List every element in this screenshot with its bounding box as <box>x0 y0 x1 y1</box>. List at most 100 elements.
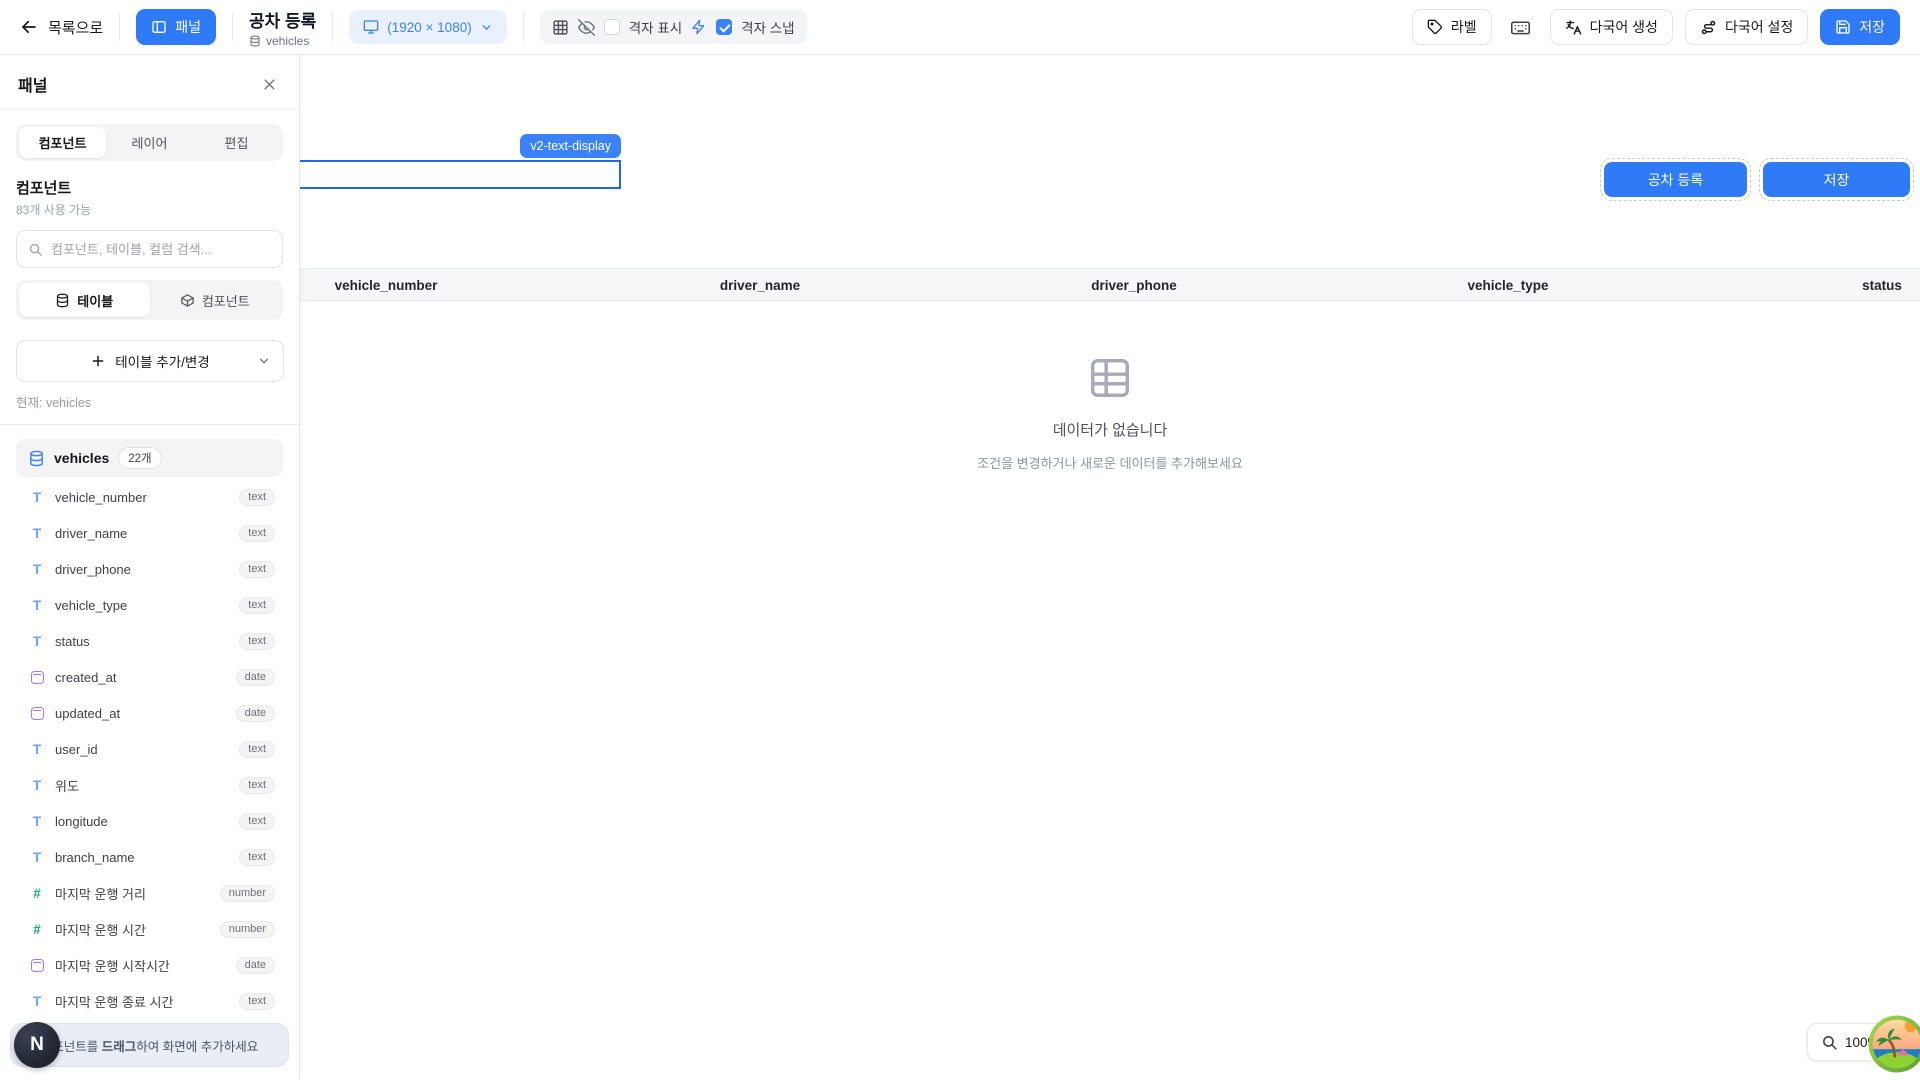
box-icon <box>180 293 195 308</box>
field-type-icon <box>29 777 45 793</box>
resolution-selector[interactable]: (1920 × 1080) <box>349 10 506 44</box>
app-logo[interactable]: N <box>14 1022 60 1068</box>
field-row[interactable]: 마지막 운행 종료 시간 text <box>16 983 283 1019</box>
top-toolbar: 목록으로 패널 공차 등록 vehicles (1920 × 1080) 격자 … <box>0 0 1920 55</box>
field-row[interactable]: longitude text <box>16 803 283 839</box>
field-name: vehicle_number <box>55 490 147 505</box>
column-header[interactable]: vehicle_number <box>335 269 438 302</box>
field-row[interactable]: 마지막 운행 시작시간 date <box>16 947 283 983</box>
column-header[interactable]: vehicle_type <box>1467 269 1548 302</box>
component-search[interactable] <box>16 230 283 268</box>
field-type-badge: text <box>239 561 275 578</box>
field-type-icon <box>29 597 45 613</box>
tab-layers[interactable]: 레이어 <box>106 127 193 158</box>
panel-tab-bar: 컴포넌트 레이어 편집 <box>16 124 283 161</box>
table-name: vehicles <box>54 450 109 466</box>
field-type-icon <box>29 993 45 1009</box>
canvas-register-button[interactable]: 공차 등록 <box>1604 162 1747 197</box>
tropical-island-icon[interactable] <box>1868 1015 1920 1073</box>
field-row[interactable]: branch_name text <box>16 839 283 875</box>
field-type-icon <box>29 633 45 649</box>
panel-button-label: 패널 <box>175 17 201 37</box>
field-name: 마지막 운행 시간 <box>55 920 146 939</box>
divider <box>0 424 299 425</box>
field-name: longitude <box>55 814 108 829</box>
tag-icon <box>1427 19 1443 35</box>
field-row[interactable]: updated_at date <box>16 695 283 731</box>
page-title-block: 공차 등록 vehicles <box>249 7 316 48</box>
field-name: status <box>55 634 90 649</box>
field-name: vehicle_type <box>55 598 127 613</box>
field-row[interactable]: 마지막 운행 거리 number <box>16 875 283 911</box>
divider <box>523 13 524 41</box>
field-type-icon <box>29 921 45 937</box>
add-table-button[interactable]: 테이블 추가/변경 <box>16 340 284 382</box>
field-type-icon <box>31 671 44 684</box>
column-header[interactable]: status <box>1862 269 1902 302</box>
grid-snap-checkbox[interactable] <box>716 19 732 35</box>
field-type-badge: text <box>239 741 275 758</box>
lightning-icon[interactable] <box>691 19 707 35</box>
field-row[interactable]: user_id text <box>16 731 283 767</box>
table-item-vehicles[interactable]: vehicles 22개 <box>16 439 283 477</box>
field-type-icon <box>29 561 45 577</box>
chevron-down-icon <box>480 21 493 34</box>
source-toggle: 테이블 컴포넌트 <box>16 280 283 320</box>
column-count-badge: 22개 <box>118 447 161 469</box>
field-row[interactable]: driver_phone text <box>16 551 283 587</box>
save-icon <box>1835 19 1851 35</box>
chevron-down-icon <box>257 354 271 368</box>
field-type-icon <box>29 849 45 865</box>
toggle-components[interactable]: 컴포넌트 <box>150 283 281 317</box>
field-row[interactable]: driver_name text <box>16 515 283 551</box>
grid-show-label: 격자 표시 <box>629 17 682 37</box>
toggle-tables-label: 테이블 <box>77 291 113 310</box>
field-row[interactable]: 마지막 운행 시간 number <box>16 911 283 947</box>
field-row[interactable]: 위도 text <box>16 767 283 803</box>
back-to-list-button[interactable]: 목록으로 <box>20 17 103 38</box>
field-name: 마지막 운행 거리 <box>55 884 146 903</box>
field-type-icon <box>29 885 45 901</box>
i18n-settings-button[interactable]: 다국어 설정 <box>1685 9 1808 45</box>
canvas-save-button[interactable]: 저장 <box>1763 162 1910 197</box>
save-button[interactable]: 저장 <box>1820 9 1900 45</box>
panel-toggle-button[interactable]: 패널 <box>136 9 216 45</box>
tab-edit[interactable]: 편집 <box>193 127 280 158</box>
bound-table-name: vehicles <box>266 34 309 48</box>
grid-settings-group: 격자 표시 격자 스냅 <box>540 10 807 44</box>
field-row[interactable]: vehicle_number text <box>16 479 283 515</box>
label-button[interactable]: 라벨 <box>1412 9 1492 45</box>
column-header[interactable]: driver_name <box>720 269 800 302</box>
tab-components[interactable]: 컴포넌트 <box>19 127 106 158</box>
i18n-generate-button[interactable]: 다국어 생성 <box>1550 9 1673 45</box>
available-count: 83개 사용 가능 <box>16 201 283 218</box>
field-type-badge: text <box>239 777 275 794</box>
field-row[interactable]: vehicle_type text <box>16 587 283 623</box>
keyboard-shortcuts-button[interactable] <box>1504 10 1538 44</box>
column-header[interactable]: driver_phone <box>1091 269 1177 302</box>
field-list: vehicle_number text driver_name text dri… <box>16 479 283 1055</box>
close-icon <box>262 77 277 92</box>
field-type-icon <box>29 525 45 541</box>
field-type-icon <box>29 813 45 829</box>
field-name: 마지막 운행 시작시간 <box>55 956 170 975</box>
toggle-tables[interactable]: 테이블 <box>19 283 150 317</box>
field-type-icon <box>31 707 44 720</box>
field-row[interactable]: status text <box>16 623 283 659</box>
keyboard-icon <box>1510 17 1531 38</box>
eye-off-icon[interactable] <box>578 19 595 36</box>
field-name: driver_name <box>55 526 127 541</box>
field-type-icon <box>29 741 45 757</box>
save-button-text: 저장 <box>1859 17 1885 37</box>
search-input[interactable] <box>51 242 271 257</box>
database-icon <box>55 293 70 308</box>
field-row[interactable]: created_at date <box>16 659 283 695</box>
field-name: driver_phone <box>55 562 131 577</box>
panel-icon <box>151 19 167 35</box>
selected-component-badge: v2-text-display <box>520 134 621 158</box>
grid-icon[interactable] <box>552 19 569 36</box>
divider <box>232 13 233 41</box>
grid-show-checkbox[interactable] <box>604 19 620 35</box>
field-type-badge: date <box>236 705 275 722</box>
panel-close-button[interactable] <box>257 72 281 96</box>
